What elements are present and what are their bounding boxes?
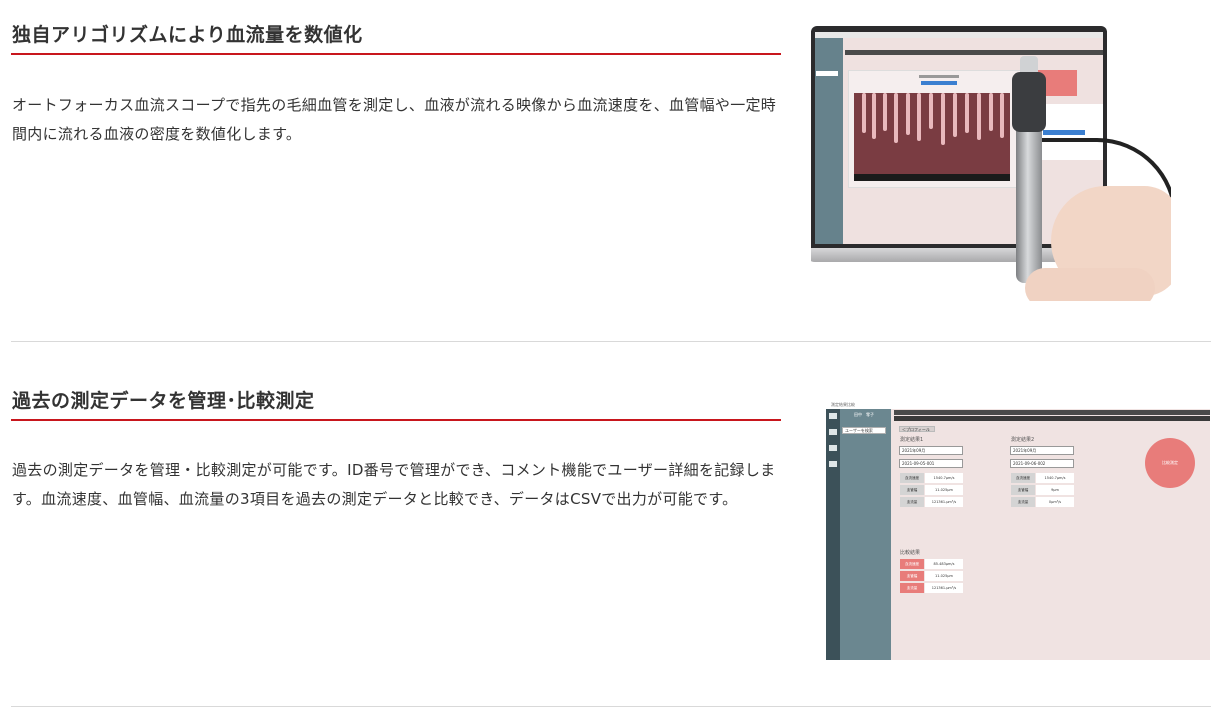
heading-underline [11,53,781,55]
compare-title: 比較結果 [900,550,921,556]
section-body-text: 過去の測定データを管理・比較測定が可能です。ID番号で管理ができ、コメント機能で… [12,461,776,508]
chart-icon[interactable] [829,445,837,451]
user-name: 田中 零子 [854,412,874,417]
tab-bar[interactable] [894,410,1210,415]
app-icon-bar [826,409,840,660]
home-icon[interactable] [829,413,837,419]
section-body-text: オートフォーカス血流スコープで指先の毛細血管を測定し、血液が流れる映像から血流速… [12,96,777,143]
user-search-input[interactable]: ユーザーを検索 [842,427,886,434]
section-heading: 独自アリゴリズムにより血流量を数値化 [12,24,363,46]
result1-title: 測定結果1 [900,437,924,443]
result1-id-select[interactable]: 2021-09-05-001 [899,459,963,468]
tab-bar-secondary[interactable] [894,416,1210,421]
heading-underline [11,419,781,421]
app-sidebar [815,38,843,244]
laptop-scope-photo [811,18,1171,301]
result2-month-select[interactable]: 2021年09月 [1010,446,1074,455]
compare-measure-button[interactable]: 比較測定 [1145,438,1195,488]
feature-section-blood-flow: 独自アリゴリズムにより血流量を数値化 オートフォーカス血流スコープで指先の毛細血… [0,0,1222,342]
capillary-video [854,93,1010,181]
profile-tab[interactable]: ＜プロフィール [899,426,935,432]
app-sidebar: 田中 零子 ユーザーを検索 [840,409,891,660]
section-divider [11,706,1211,707]
result2-id-select[interactable]: 2021-09-06-002 [1010,459,1074,468]
finger [1025,268,1155,301]
window-title: 測定結果比較 [831,402,855,407]
comparison-app-screenshot: 測定結果比較 田中 零子 ユーザーを検索 ＜プロフィール 測定結果1 2021年… [826,402,1210,660]
result2-title: 測定結果2 [1011,437,1035,443]
scope-head [1012,72,1046,132]
list-icon[interactable] [829,429,837,435]
section-heading: 過去の測定データを管理･比較測定 [12,390,315,412]
settings-icon[interactable] [829,461,837,467]
result1-month-select[interactable]: 2021年09月 [899,446,963,455]
